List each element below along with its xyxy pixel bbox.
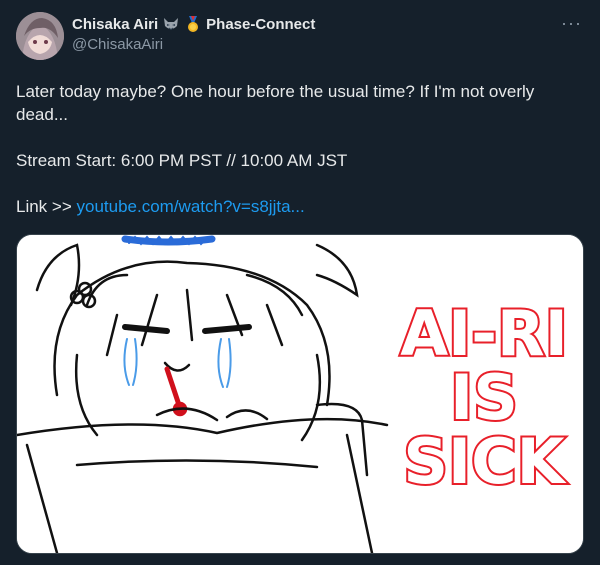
medal-emoji-icon [184, 15, 202, 33]
caption-line-1: AI-RI [400, 297, 568, 370]
caption-line-2: IS [450, 361, 518, 434]
author-handle[interactable]: @ChisakaAiri [72, 36, 560, 53]
tweet-header: Chisaka Airi Phase-Connect @ChisakaAiri [72, 14, 560, 54]
author-row: Chisaka Airi Phase-Connect [72, 14, 560, 34]
author-name[interactable]: Chisaka Airi [72, 16, 158, 33]
youtube-link[interactable]: youtube.com/watch?v=s8jjta... [77, 197, 305, 216]
tweet-text: Later today maybe? One hour before the u… [16, 80, 576, 241]
wolf-emoji-icon [162, 15, 180, 33]
avatar[interactable] [16, 12, 64, 60]
link-prefix: Link >> [16, 197, 77, 216]
tweet-line-3: Link >> youtube.com/watch?v=s8jjta... [16, 195, 576, 218]
more-options-icon[interactable]: ··· [561, 14, 582, 32]
caption-line-3: SICK [403, 425, 566, 498]
tweet-line-1: Later today maybe? One hour before the u… [16, 82, 539, 124]
tweet-line-2: Stream Start: 6:00 PM PST // 10:00 AM JS… [16, 151, 348, 170]
author-affiliation: Phase-Connect [206, 15, 316, 33]
tweet-image[interactable]: AI-RI IS SICK [16, 234, 584, 554]
